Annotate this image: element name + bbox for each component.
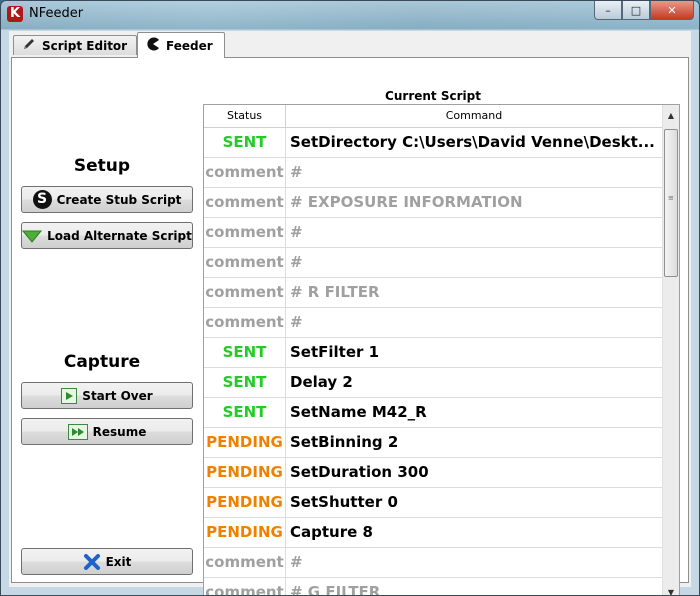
script-grid[interactable]: Status Command SENT SetDirectory C:\Users… xyxy=(203,104,680,596)
row-command: SetShutter 0 xyxy=(290,493,398,511)
row-status: PENDING xyxy=(204,428,286,457)
row-command: # xyxy=(290,253,303,271)
script-rows: SENT SetDirectory C:\Users\David Venne\De… xyxy=(204,128,662,596)
play-icon xyxy=(61,387,78,404)
script-row[interactable]: comment # xyxy=(204,548,662,578)
vertical-scrollbar[interactable]: ▲ ≡ ▼ xyxy=(662,105,679,595)
tab-script-editor[interactable]: Script Editor xyxy=(13,35,137,55)
row-command: # EXPOSURE INFORMATION xyxy=(290,193,523,211)
exit-button[interactable]: Exit xyxy=(21,548,193,575)
script-row[interactable]: PENDING SetBinning 2 xyxy=(204,428,662,458)
row-status: comment xyxy=(204,308,286,337)
scrollbar-thumb[interactable]: ≡ xyxy=(664,129,678,277)
row-command: # G FILTER xyxy=(290,583,381,596)
grip-icon: ≡ xyxy=(668,194,674,202)
row-status: comment xyxy=(204,578,286,595)
row-command: # R FILTER xyxy=(290,283,380,301)
load-alternate-script-button[interactable]: Load Alternate Script xyxy=(21,222,193,249)
script-row[interactable]: PENDING SetShutter 0 xyxy=(204,488,662,518)
button-label: Resume xyxy=(92,424,147,439)
script-row[interactable]: SENT SetFilter 1 xyxy=(204,338,662,368)
script-row[interactable]: PENDING SetDuration 300 xyxy=(204,458,662,488)
row-status: PENDING xyxy=(204,488,286,517)
minimize-button[interactable]: – xyxy=(594,1,622,20)
create-stub-script-button[interactable]: S Create Stub Script xyxy=(21,186,193,213)
script-row[interactable]: comment # xyxy=(204,248,662,278)
close-button[interactable]: ✕ xyxy=(650,1,694,20)
capture-heading: Capture xyxy=(63,352,141,372)
start-over-button[interactable]: Start Over xyxy=(21,382,193,409)
button-label: Exit xyxy=(105,554,132,569)
row-status: SENT xyxy=(204,128,286,157)
maximize-button[interactable]: □ xyxy=(622,1,650,20)
down-arrow-icon xyxy=(22,229,43,243)
app-window: K NFeeder – □ ✕ Script Editor Feeder Set… xyxy=(0,0,700,596)
status-column-header[interactable]: Status xyxy=(204,105,286,127)
script-row[interactable]: comment # xyxy=(204,218,662,248)
resume-button[interactable]: Resume xyxy=(21,418,193,445)
row-command: Capture 8 xyxy=(290,523,373,541)
title-bar[interactable]: K NFeeder – □ ✕ xyxy=(1,1,699,29)
row-status: comment xyxy=(204,158,286,187)
stub-script-icon: S xyxy=(32,190,52,209)
scroll-up-arrow-icon[interactable]: ▲ xyxy=(663,107,679,124)
tab-feeder[interactable]: Feeder xyxy=(137,32,225,58)
row-status: comment xyxy=(204,188,286,217)
script-row[interactable]: SENT SetName M42_R xyxy=(204,398,662,428)
row-command: # xyxy=(290,553,303,571)
feeder-panel: Setup S Create Stub Script Load Alternat… xyxy=(11,57,689,595)
window-title: NFeeder xyxy=(29,6,84,21)
row-command: # xyxy=(290,223,303,241)
row-command: SetFilter 1 xyxy=(290,343,380,361)
row-status: SENT xyxy=(204,368,286,397)
row-status: PENDING xyxy=(204,458,286,487)
tab-label: Script Editor xyxy=(42,38,128,53)
row-command: # xyxy=(290,163,303,181)
pacman-icon xyxy=(146,37,160,55)
scroll-down-arrow-icon[interactable]: ▼ xyxy=(663,584,679,595)
script-row[interactable]: comment # R FILTER xyxy=(204,278,662,308)
client-area: Script Editor Feeder Setup S Create Stub… xyxy=(9,31,691,595)
script-row[interactable]: comment # xyxy=(204,308,662,338)
script-row[interactable]: SENT SetDirectory C:\Users\David Venne\De… xyxy=(204,128,662,158)
app-logo-icon: K xyxy=(7,6,23,22)
row-command: SetDirectory C:\Users\David Venne\Deskt.… xyxy=(290,133,655,151)
row-command: SetDuration 300 xyxy=(290,463,429,481)
button-label: Create Stub Script xyxy=(56,192,182,207)
row-command: # xyxy=(290,313,303,331)
row-status: SENT xyxy=(204,398,286,427)
script-row[interactable]: PENDING Capture 8 xyxy=(204,518,662,548)
tab-label: Feeder xyxy=(166,38,213,53)
button-label: Start Over xyxy=(82,388,153,403)
script-row[interactable]: comment # EXPOSURE INFORMATION xyxy=(204,188,662,218)
row-command: SetName M42_R xyxy=(290,403,427,421)
row-status: SENT xyxy=(204,338,286,367)
script-row[interactable]: comment # G FILTER xyxy=(204,578,662,596)
exit-x-icon xyxy=(83,553,101,571)
command-column-header[interactable]: Command xyxy=(286,105,662,127)
button-label: Load Alternate Script xyxy=(47,228,192,243)
row-command: SetBinning 2 xyxy=(290,433,399,451)
row-status: comment xyxy=(204,248,286,277)
script-row[interactable]: comment # xyxy=(204,158,662,188)
pencil-icon xyxy=(22,37,36,55)
tab-bar: Script Editor Feeder xyxy=(9,31,691,58)
row-status: PENDING xyxy=(204,518,286,547)
setup-heading: Setup xyxy=(73,156,131,176)
row-status: comment xyxy=(204,278,286,307)
row-status: comment xyxy=(204,218,286,247)
fast-forward-icon xyxy=(67,423,88,440)
script-row[interactable]: SENT Delay 2 xyxy=(204,368,662,398)
current-script-caption: Current Script xyxy=(385,89,481,103)
row-status: comment xyxy=(204,548,286,577)
row-command: Delay 2 xyxy=(290,373,353,391)
grid-header: Status Command xyxy=(204,105,662,128)
